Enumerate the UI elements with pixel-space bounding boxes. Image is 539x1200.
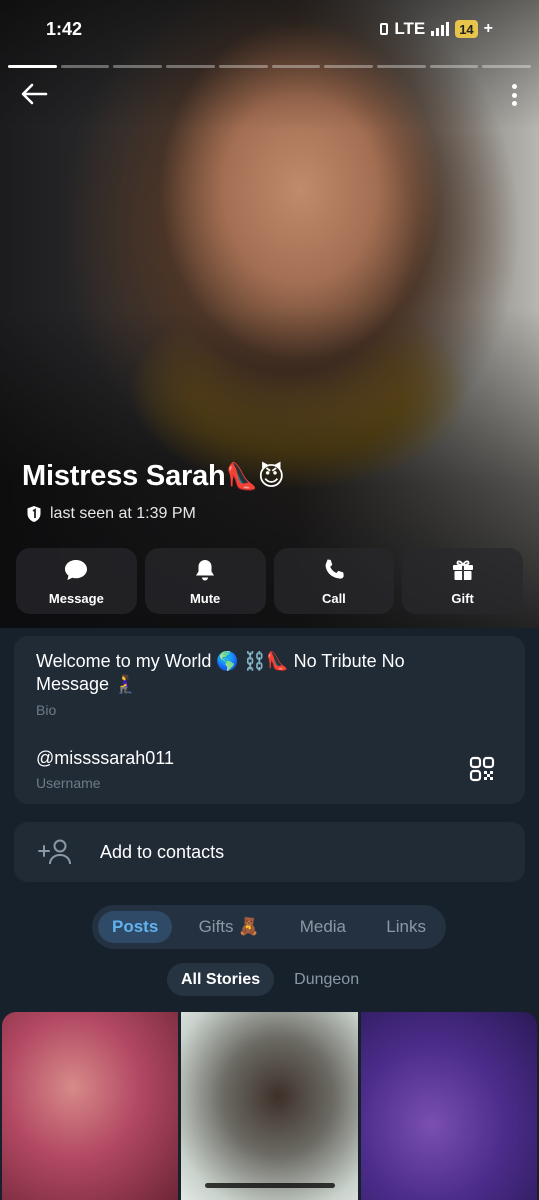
bell-icon <box>196 559 215 580</box>
network-type: LTE <box>394 19 426 38</box>
gift-button[interactable]: Gift <box>402 548 523 614</box>
profile-info-card: Welcome to my World 🌎 ⛓️👠 No Tribute No … <box>14 636 525 804</box>
battery-icon: 14 <box>455 20 478 38</box>
home-indicator[interactable] <box>205 1183 335 1188</box>
profile-name-text: Mistress Sarah <box>22 460 226 492</box>
profile-photo-header[interactable] <box>0 0 539 628</box>
username-label: Username <box>36 775 101 791</box>
story-filter-tabs: All Stories Dungeon <box>167 963 373 996</box>
status-bar: 1:42 LTE 14 + <box>0 0 539 60</box>
tab-links[interactable]: Links <box>372 911 440 943</box>
profile-name-emojis: 👠😈 <box>225 461 285 491</box>
message-button[interactable]: Message <box>16 548 137 614</box>
story-progress-bar <box>8 65 532 68</box>
last-seen-text: last seen at 1:39 PM <box>50 505 196 522</box>
profile-name: Mistress Sarah👠😈 <box>22 460 285 493</box>
phone-icon <box>325 559 344 579</box>
subtab-all-stories[interactable]: All Stories <box>167 963 275 996</box>
chat-bubble-icon <box>65 559 88 580</box>
battery-level: 14 <box>459 21 474 37</box>
signal-icon <box>431 22 450 36</box>
bio-text: Welcome to my World 🌎 ⛓️👠 No Tribute No … <box>36 651 405 694</box>
tab-media[interactable]: Media <box>286 911 360 943</box>
call-button[interactable]: Call <box>273 548 395 614</box>
add-person-icon <box>38 839 71 865</box>
more-options-icon[interactable] <box>511 84 517 106</box>
story-grid <box>2 1012 537 1200</box>
gift-button-label: Gift <box>451 590 474 606</box>
story-thumbnail[interactable] <box>181 1012 358 1200</box>
last-seen-row: last seen at 1:39 PM <box>26 505 196 523</box>
vibrate-icon <box>380 23 389 35</box>
subtab-dungeon[interactable]: Dungeon <box>280 963 373 996</box>
battery-saver-plus: + <box>483 20 493 37</box>
add-to-contacts-button[interactable]: Add to contacts <box>14 822 525 882</box>
bio-label: Bio <box>36 702 57 718</box>
qr-code-icon[interactable] <box>469 756 495 782</box>
tab-posts[interactable]: Posts <box>98 911 173 943</box>
tab-gifts[interactable]: Gifts 🧸 <box>185 911 274 943</box>
message-button-label: Message <box>48 590 104 606</box>
story-thumbnail[interactable] <box>360 1012 537 1200</box>
mute-button-label: Mute <box>189 590 221 606</box>
gift-icon <box>452 559 473 580</box>
profile-tabs: Posts Gifts 🧸 Media Links <box>92 905 446 949</box>
story-thumbnail[interactable] <box>2 1012 179 1200</box>
status-indicators: LTE 14 + <box>380 19 493 39</box>
username-text[interactable]: @missssarah011 <box>36 748 503 769</box>
status-time: 1:42 <box>46 19 83 39</box>
profile-actions: Message Mute Call Gift <box>16 548 523 614</box>
shield-icon <box>27 506 41 522</box>
call-button-label: Call <box>321 590 346 606</box>
add-to-contacts-label: Add to contacts <box>100 841 225 862</box>
mute-button[interactable]: Mute <box>144 548 266 614</box>
back-arrow-icon[interactable] <box>20 82 48 106</box>
